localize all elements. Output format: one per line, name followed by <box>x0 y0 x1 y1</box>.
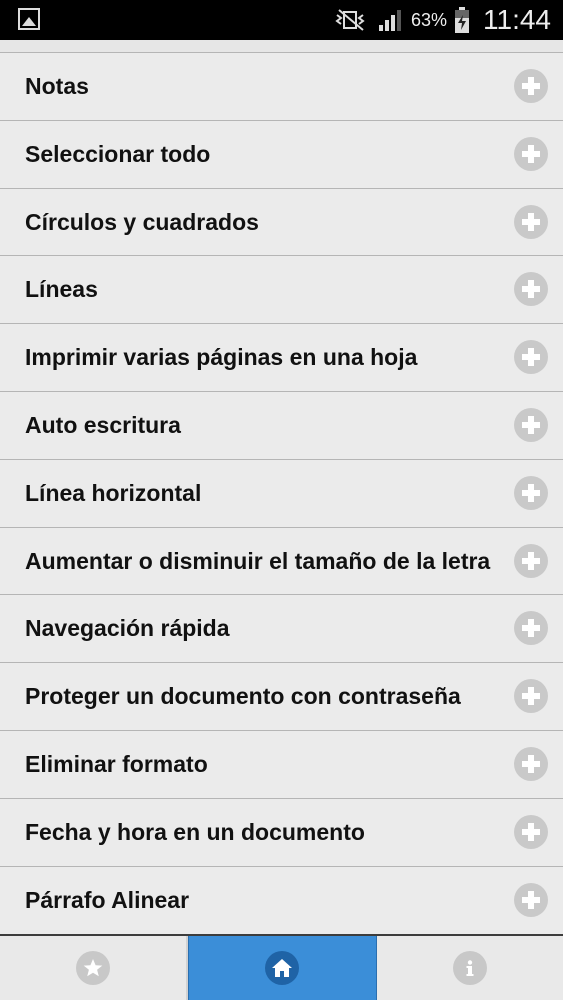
plus-circle-icon[interactable] <box>514 543 548 578</box>
list-item[interactable]: Proteger un documento con contraseña <box>0 662 563 730</box>
bottom-tab-bar <box>0 934 563 1000</box>
plus-circle-icon[interactable] <box>514 136 548 171</box>
list-item[interactable]: Eliminar formato <box>0 729 563 798</box>
list-item[interactable]: Seleccionar todo <box>0 119 563 188</box>
list-item[interactable]: Fecha y hora en un documento <box>0 797 563 866</box>
list-item-label: Líneas <box>25 276 98 303</box>
list-item-label: Círculos y cuadrados <box>25 208 259 235</box>
list-item-label: Proteger un documento con contraseña <box>25 683 461 710</box>
plus-circle-icon[interactable] <box>514 204 548 239</box>
list-item[interactable]: Aumentar o disminuir el tamaño de la let… <box>0 526 563 595</box>
plus-circle-icon[interactable] <box>514 746 548 781</box>
plus-circle-icon[interactable] <box>514 611 548 646</box>
list-item[interactable]: Notas <box>0 52 563 120</box>
plus-circle-icon[interactable] <box>514 814 548 849</box>
plus-circle-icon[interactable] <box>514 882 548 917</box>
plus-circle-icon[interactable] <box>514 679 548 714</box>
plus-circle-icon[interactable] <box>514 475 548 510</box>
image-notification-icon <box>18 8 40 30</box>
signal-icon <box>378 10 401 31</box>
mute-vibrate-icon <box>335 9 365 31</box>
list-item[interactable]: Círculos y cuadrados <box>0 187 563 256</box>
list-item[interactable]: Párrafo Alinear <box>0 865 563 934</box>
list-item[interactable]: Imprimir varias páginas en una hoja <box>0 323 563 391</box>
tab-info[interactable] <box>377 936 563 1000</box>
status-icons: 63% 11:44 <box>333 0 551 40</box>
battery-percent: 63% <box>410 9 447 30</box>
status-bar: 63% 11:44 <box>0 0 563 40</box>
plus-circle-icon[interactable] <box>514 69 548 103</box>
info-icon <box>452 951 487 985</box>
tab-favorites[interactable] <box>0 936 189 1000</box>
list-item[interactable]: Auto escritura <box>0 390 563 459</box>
list-item-label: Eliminar formato <box>25 750 208 777</box>
list-item-label: Navegación rápida <box>25 615 230 642</box>
tab-home[interactable] <box>188 936 377 1000</box>
clock: 11:44 <box>483 4 551 35</box>
list-item-label: Línea horizontal <box>25 479 202 506</box>
list-item[interactable]: Navegación rápida <box>0 594 563 663</box>
star-icon <box>76 951 111 985</box>
list-item[interactable]: Líneas <box>0 255 563 324</box>
list-item-label: Imprimir varias páginas en una hoja <box>25 344 418 371</box>
feature-list[interactable]: Notas Seleccionar todo Círculos y cuadra… <box>0 40 563 934</box>
list-item-label: Párrafo Alinear <box>25 886 190 913</box>
plus-circle-icon[interactable] <box>514 340 548 375</box>
battery-charging-icon <box>455 7 469 33</box>
list-item-label: Auto escritura <box>25 411 181 438</box>
home-icon <box>265 951 300 985</box>
plus-circle-icon[interactable] <box>514 407 548 442</box>
list-item-label: Aumentar o disminuir el tamaño de la let… <box>25 547 491 574</box>
list-item-label: Notas <box>25 73 89 99</box>
list-item[interactable]: Línea horizontal <box>0 458 563 527</box>
list-item-label: Fecha y hora en un documento <box>25 818 365 845</box>
plus-circle-icon[interactable] <box>514 272 548 307</box>
list-item-label: Seleccionar todo <box>25 140 211 167</box>
